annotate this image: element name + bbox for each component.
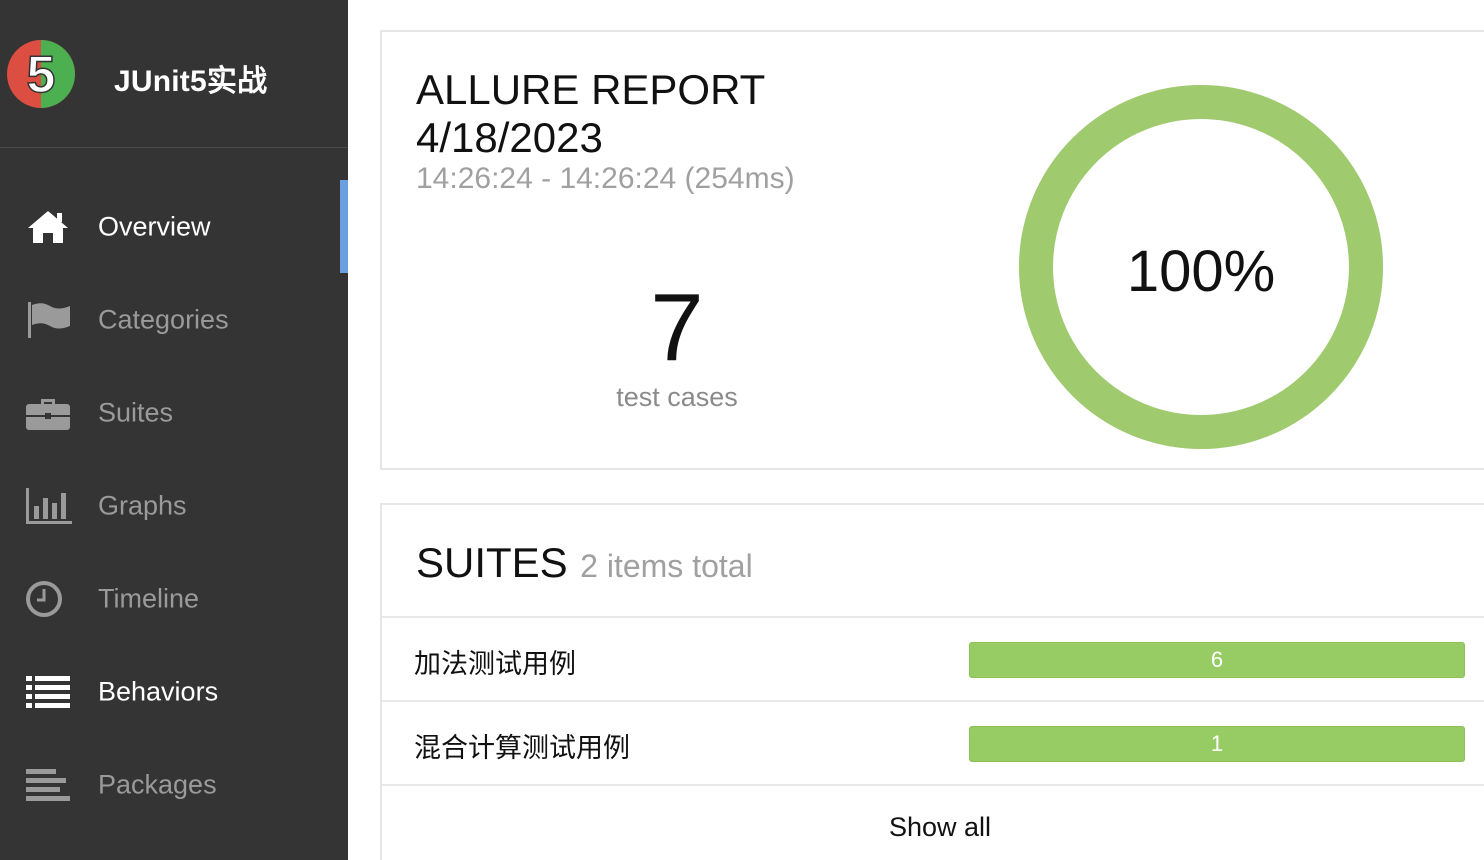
sidebar-item-suites[interactable]: Suites — [0, 366, 348, 459]
suite-row[interactable]: 混合计算测试用例 1 — [382, 700, 1484, 784]
list-icon — [26, 675, 70, 708]
report-title: ALLURE REPORT — [416, 66, 766, 113]
sidebar-item-label: Categories — [98, 304, 229, 334]
app-title: JUnit5实战 — [114, 65, 268, 98]
brand-header: 5 JUnit5实战 — [0, 0, 348, 148]
sidebar-item-timeline[interactable]: Timeline — [0, 552, 348, 645]
sidebar-item-label: Behaviors — [98, 676, 219, 706]
sidebar-item-behaviors[interactable]: Behaviors — [0, 645, 348, 738]
clock-icon — [26, 580, 62, 617]
active-indicator — [340, 180, 348, 273]
sidebar-item-overview[interactable]: Overview — [0, 180, 348, 273]
sidebar-nav: Overview Categories Suites Graphs Timeli… — [0, 180, 348, 831]
summary-widget: ALLURE REPORT 4/18/2023 14:26:24 - 14:26… — [380, 30, 1484, 470]
sidebar-item-categories[interactable]: Categories — [0, 273, 348, 366]
flag-icon — [28, 301, 70, 338]
show-all-row: Show all — [382, 784, 1484, 860]
sidebar-item-graphs[interactable]: Graphs — [0, 459, 348, 552]
suite-row[interactable]: 加法测试用例 6 — [382, 616, 1484, 700]
suites-title: SUITES — [416, 539, 568, 586]
suite-name: 加法测试用例 — [414, 649, 576, 679]
sidebar: 5 JUnit5实战 Overview Categories Suites Gr… — [0, 0, 348, 860]
suite-name: 混合计算测试用例 — [414, 733, 630, 763]
briefcase-icon — [26, 398, 70, 430]
sidebar-item-label: Packages — [98, 769, 217, 799]
suite-passed-bar: 1 — [969, 726, 1465, 762]
align-left-icon — [26, 768, 70, 801]
report-time-range: 14:26:24 - 14:26:24 (254ms) — [416, 162, 795, 195]
sidebar-item-label: Graphs — [98, 490, 187, 520]
report-date: 4/18/2023 — [416, 114, 603, 161]
junit5-logo-icon: 5 — [7, 40, 75, 108]
bar-chart-icon — [26, 487, 72, 524]
test-case-count: 7 — [650, 274, 704, 381]
sidebar-item-label: Suites — [98, 397, 174, 427]
pass-rate-donut: 100% — [1019, 85, 1383, 449]
suites-widget: SUITES 2 items total 加法测试用例 6 混合计算测试用例 1… — [380, 503, 1484, 860]
pass-percent-label: 100% — [1127, 239, 1275, 304]
sidebar-item-packages[interactable]: Packages — [0, 738, 348, 831]
logo-glyph: 5 — [27, 46, 56, 104]
test-case-label: test cases — [616, 382, 738, 412]
suite-passed-bar: 6 — [969, 642, 1465, 678]
suites-total: 2 items total — [580, 548, 753, 584]
show-all-link[interactable]: Show all — [382, 812, 1484, 843]
home-icon — [28, 210, 68, 243]
sidebar-item-label: Overview — [98, 211, 211, 241]
sidebar-item-label: Timeline — [98, 583, 200, 613]
suites-header: SUITES 2 items total — [416, 539, 753, 587]
